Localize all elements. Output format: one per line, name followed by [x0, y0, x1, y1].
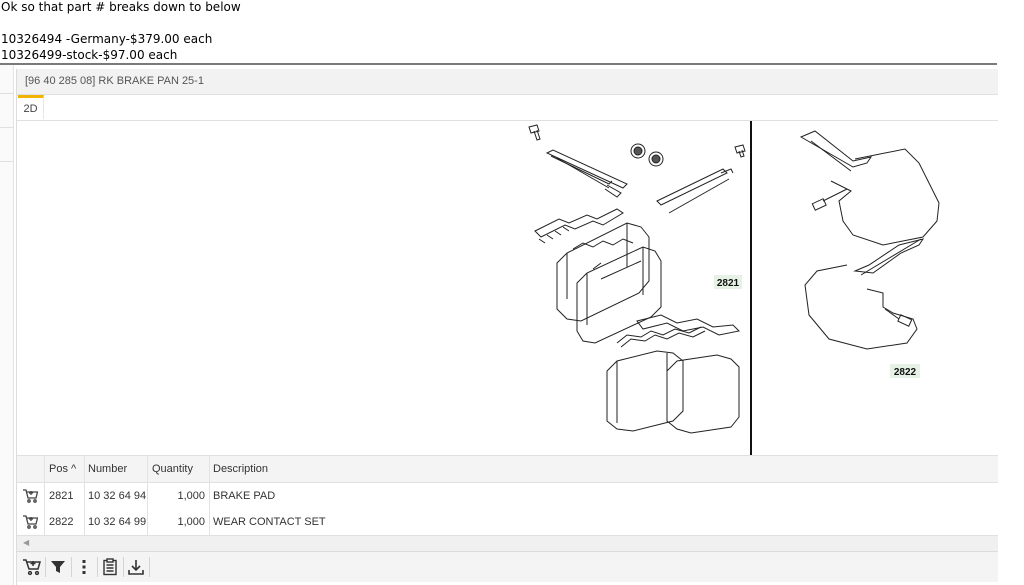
exploded-parts-drawing: 2821 2822 [528, 121, 940, 455]
pin-part [528, 124, 541, 141]
cell-pos: 2821 [49, 490, 74, 502]
more-vertical-icon[interactable] [74, 557, 94, 577]
column-separator [209, 483, 210, 509]
divider [0, 63, 997, 65]
drawing-viewer[interactable]: 2821 2822 [17, 121, 998, 455]
panel-title: [96 40 285 08] RK BRAKE PAN 25-1 [25, 75, 204, 87]
wear-sensor-part [804, 238, 925, 350]
toolbar-separator [97, 557, 98, 577]
scroll-left-icon[interactable]: ◀ [23, 538, 29, 547]
download-icon[interactable] [126, 557, 146, 577]
left-side-strip [0, 65, 14, 585]
brake-pad-part [616, 326, 740, 434]
clipboard-icon[interactable] [100, 557, 120, 577]
toolbar-separator [45, 557, 46, 577]
cell-number: 10 32 64 99 [88, 516, 147, 528]
table-toolbar [17, 551, 998, 582]
column-separator [44, 483, 45, 509]
tab-bar: 2D [17, 95, 998, 121]
column-separator [209, 509, 210, 535]
table-header: Pos ^ Number Quantity Description [17, 455, 998, 483]
strip-divider [0, 127, 13, 128]
shim-part [534, 208, 624, 244]
table-row[interactable]: 2821 10 32 64 94 1,000 BRAKE PAD [17, 483, 998, 510]
column-separator [44, 456, 45, 482]
cell-description: WEAR CONTACT SET [213, 516, 326, 528]
chat-note-line-2: 10326494 -Germany-$379.00 each [1, 32, 213, 46]
toolbar-separator [123, 557, 124, 577]
chat-note-line-1: Ok so that part # breaks down to below [1, 0, 241, 14]
cart-icon[interactable] [22, 489, 38, 503]
column-header-pos[interactable]: Pos ^ [49, 456, 76, 482]
callout-2821[interactable]: 2821 [717, 278, 740, 289]
cell-quantity: 1,000 [177, 516, 205, 528]
puck-parts [630, 143, 664, 167]
pin-part [734, 144, 746, 158]
column-separator [84, 456, 85, 482]
rail-part [656, 168, 734, 214]
cart-icon[interactable] [22, 515, 38, 529]
brake-pad-part [576, 246, 662, 344]
column-separator [84, 509, 85, 535]
chat-note-line-3: 10326499-stock-$97.00 each [1, 48, 178, 62]
cell-quantity: 1,000 [177, 490, 205, 502]
column-header-quantity[interactable]: Quantity [152, 456, 193, 482]
column-separator [147, 456, 148, 482]
strip-divider [0, 93, 13, 94]
brake-pad-part [556, 222, 650, 322]
panel-title-bar: [96 40 285 08] RK BRAKE PAN 25-1 [17, 69, 998, 95]
cart-icon[interactable] [21, 557, 41, 577]
toolbar-separator [71, 557, 72, 577]
horizontal-scrollbar[interactable]: ◀ [17, 535, 998, 551]
table-row[interactable]: 2822 10 32 64 99 1,000 WEAR CONTACT SET [17, 509, 998, 536]
strip-divider [0, 161, 13, 162]
column-separator [84, 483, 85, 509]
column-separator [209, 456, 210, 482]
cell-number: 10 32 64 94 [88, 490, 147, 502]
brake-pad-part [606, 350, 684, 432]
column-header-number[interactable]: Number [88, 456, 127, 482]
toolbar-separator [149, 557, 150, 577]
shim-part [636, 314, 741, 336]
spring-clip-part [545, 149, 628, 198]
column-separator [147, 483, 148, 509]
cell-description: BRAKE PAD [213, 490, 276, 502]
tab-2d[interactable]: 2D [18, 95, 44, 119]
parts-panel: [96 40 285 08] RK BRAKE PAN 25-1 2D 2821… [16, 69, 998, 585]
column-header-description[interactable]: Description [213, 456, 268, 482]
filter-icon[interactable] [48, 557, 68, 577]
callout-2822[interactable]: 2822 [894, 367, 917, 378]
column-separator [44, 509, 45, 535]
wear-sensor-part [799, 130, 940, 246]
cell-pos: 2822 [49, 516, 74, 528]
column-separator [147, 509, 148, 535]
